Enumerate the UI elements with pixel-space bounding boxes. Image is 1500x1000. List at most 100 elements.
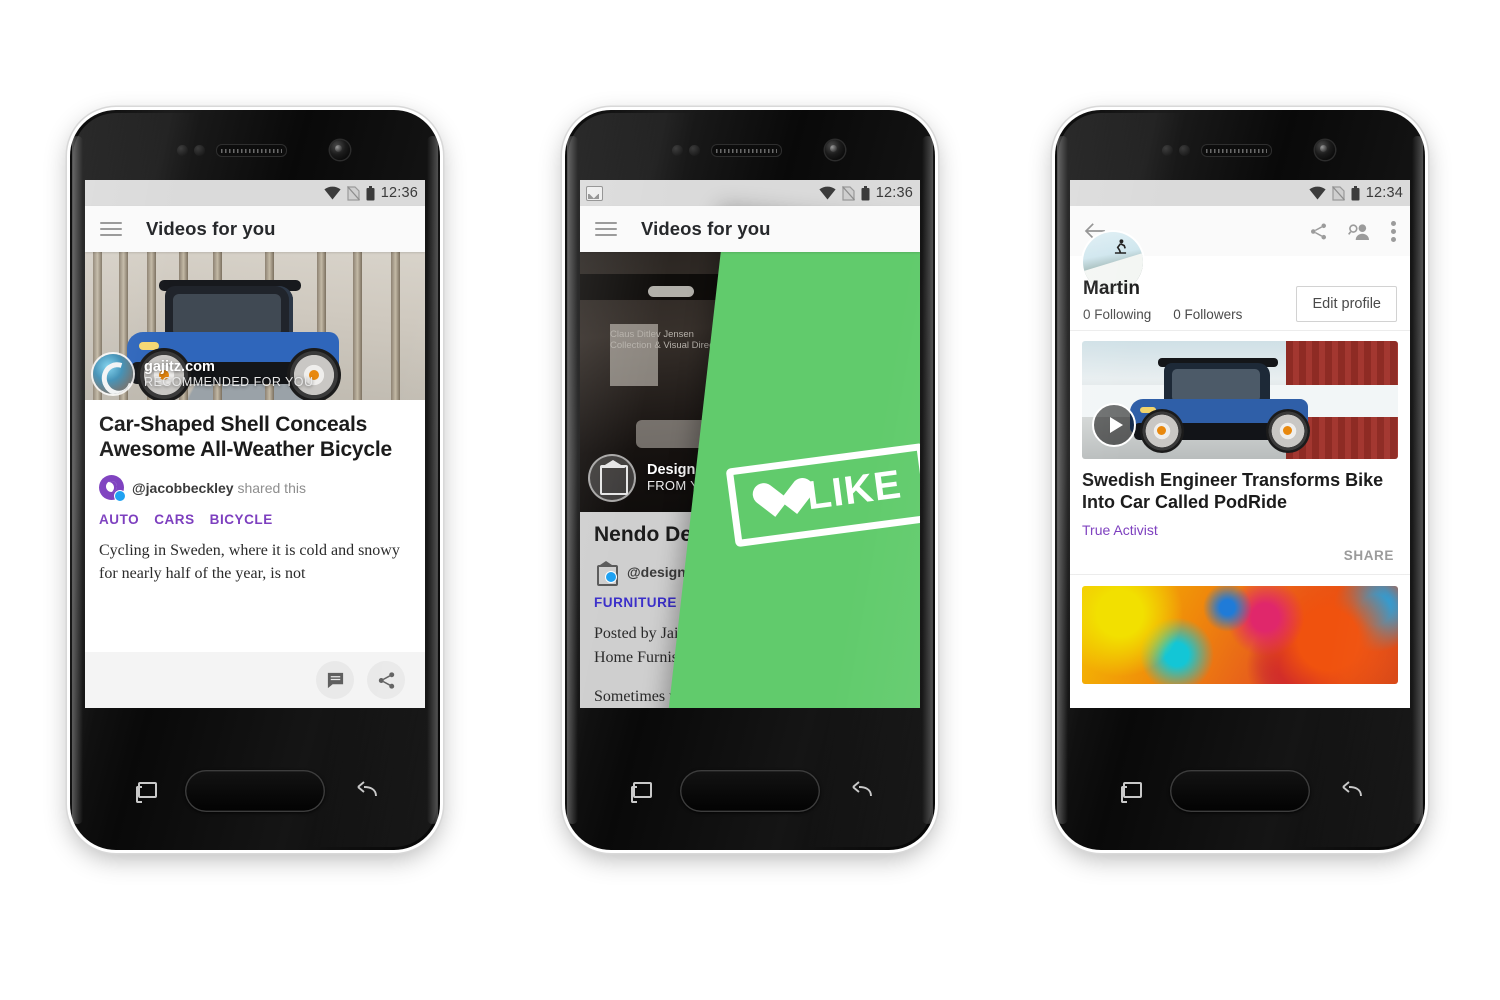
home-button[interactable]: [680, 770, 820, 812]
front-camera-icon: [825, 140, 845, 160]
article-excerpt: Cycling in Sweden, where it is cold and …: [99, 542, 400, 582]
screenshot-stage: 12:36 Videos for you gajitz.com RECOMMEN…: [0, 0, 1500, 1000]
app-bar-title: Videos for you: [146, 218, 276, 239]
snowboarder-icon: [1114, 239, 1127, 254]
battery-icon: [861, 185, 870, 200]
proximity-sensor-icon: [672, 145, 683, 156]
avatar[interactable]: [594, 560, 619, 586]
phone-nav-bar: [565, 758, 935, 832]
play-button[interactable]: [1092, 403, 1136, 447]
light-sensor-icon: [689, 145, 700, 156]
wifi-icon: [819, 186, 836, 200]
followers-count[interactable]: 0 Followers: [1173, 307, 1242, 322]
design-milk-logo-icon: [588, 454, 636, 502]
overflow-menu-icon[interactable]: [1391, 220, 1396, 242]
proximity-sensor-icon: [177, 145, 188, 156]
feed-share-button[interactable]: SHARE: [1082, 538, 1398, 574]
status-bar: 12:36: [580, 180, 920, 206]
profile-header: Martin 0 Following 0 Followers Edit prof…: [1070, 232, 1410, 330]
profile-stats: 0 Following 0 Followers: [1083, 307, 1242, 322]
shared-suffix: shared this: [233, 479, 306, 496]
brand-overlay: gajitz.com RECOMMENDED FOR YOU: [85, 348, 425, 400]
play-icon: [1109, 417, 1123, 433]
avatar[interactable]: [99, 475, 126, 503]
status-bar: 12:34: [1070, 180, 1410, 206]
like-stamp: LIKE: [725, 442, 920, 548]
battery-icon: [1351, 185, 1360, 200]
edit-profile-button[interactable]: Edit profile: [1296, 286, 1397, 322]
paint-thumbnail[interactable]: [1082, 586, 1398, 685]
phone1-screen: 12:36 Videos for you gajitz.com RECOMMEN…: [85, 180, 425, 708]
battery-icon: [366, 185, 375, 200]
screenshot-icon: [586, 185, 603, 201]
home-button[interactable]: [185, 770, 325, 812]
status-bar-right: 12:36: [819, 185, 913, 201]
no-sim-icon: [1331, 185, 1345, 201]
heart-icon: [751, 480, 798, 523]
brand-text: gajitz.com RECOMMENDED FOR YOU: [144, 359, 313, 389]
recents-button[interactable]: [136, 782, 157, 803]
status-bar: 12:36: [85, 180, 425, 206]
app-bar: Videos for you: [85, 206, 425, 252]
car-photo: [1082, 341, 1398, 459]
feed-card-next: [1070, 574, 1410, 685]
shared-by-text: @jacobbeckley shared this: [132, 480, 306, 496]
status-bar-right: 12:34: [1309, 185, 1403, 201]
phone-feed-video-swipe: 12:36 Videos for you Claus Ditlev Jensen…: [565, 110, 935, 850]
status-bar-clock: 12:36: [380, 185, 418, 201]
status-bar-left: [586, 185, 603, 201]
video-thumbnail[interactable]: [1082, 341, 1398, 459]
phone-top-hardware: [1055, 136, 1425, 166]
earpiece-speaker: [711, 144, 782, 157]
car-illustration: [1126, 358, 1318, 453]
brand-subtitle: RECOMMENDED FOR YOU: [144, 375, 314, 390]
comment-button[interactable]: [316, 661, 354, 699]
article-hero-image[interactable]: gajitz.com RECOMMENDED FOR YOU: [85, 252, 425, 400]
phone-feed-article: 12:36 Videos for you gajitz.com RECOMMEN…: [70, 110, 440, 850]
phone2-screen: 12:36 Videos for you Claus Ditlev Jensen…: [580, 180, 920, 708]
back-button[interactable]: [1339, 780, 1363, 800]
share-button[interactable]: [367, 661, 405, 699]
share-icon[interactable]: [1309, 222, 1328, 241]
phone-nav-bar: [70, 758, 440, 832]
recents-button[interactable]: [1121, 782, 1142, 803]
article-headline: Car-Shaped Shell Conceals Awesome All-We…: [99, 413, 392, 461]
earpiece-speaker: [216, 144, 287, 157]
light-sensor-icon: [1179, 145, 1190, 156]
feed-item-title[interactable]: Swedish Engineer Transforms Bike Into Ca…: [1082, 470, 1398, 513]
tag-bicycle[interactable]: BICYCLE: [210, 512, 273, 527]
add-person-icon[interactable]: [1348, 222, 1371, 241]
tag-furniture[interactable]: FURNITURE: [594, 595, 677, 610]
status-bar-clock: 12:34: [1365, 185, 1403, 201]
recents-button[interactable]: [631, 782, 652, 803]
hamburger-icon[interactable]: [100, 217, 122, 240]
tag-cars[interactable]: CARS: [154, 512, 194, 527]
share-icon: [378, 671, 394, 689]
like-label: LIKE: [804, 462, 905, 519]
home-button[interactable]: [1170, 770, 1310, 812]
topic-tags: AUTO CARS BICYCLE: [99, 512, 411, 527]
proximity-sensor-icon: [1162, 145, 1173, 156]
phone-nav-bar: [1055, 758, 1425, 832]
status-bar-clock: 12:36: [875, 185, 913, 201]
back-button[interactable]: [354, 780, 378, 800]
profile-name: Martin: [1083, 278, 1140, 299]
phone-top-hardware: [565, 136, 935, 166]
shared-by-row: @jacobbeckley shared this: [99, 475, 411, 503]
feed-item-source[interactable]: True Activist: [1082, 522, 1398, 538]
phone-top-hardware: [70, 136, 440, 166]
brand-name: gajitz.com: [144, 358, 215, 375]
gajitz-logo-icon: [93, 354, 133, 394]
twitter-badge-icon: [114, 490, 126, 503]
back-button[interactable]: [849, 780, 873, 800]
phone3-screen: 12:34 Martin 0 Following 0 Followers Edi…: [1070, 180, 1410, 708]
wifi-icon: [324, 186, 341, 200]
app-bar-title: Videos for you: [641, 218, 771, 239]
following-count[interactable]: 0 Following: [1083, 307, 1151, 322]
tag-auto[interactable]: AUTO: [99, 512, 139, 527]
shared-handle[interactable]: @jacobbeckley: [132, 480, 234, 496]
hamburger-icon[interactable]: [595, 217, 617, 240]
light-sensor-icon: [194, 145, 205, 156]
card-action-row: [85, 652, 425, 708]
no-sim-icon: [346, 185, 360, 201]
